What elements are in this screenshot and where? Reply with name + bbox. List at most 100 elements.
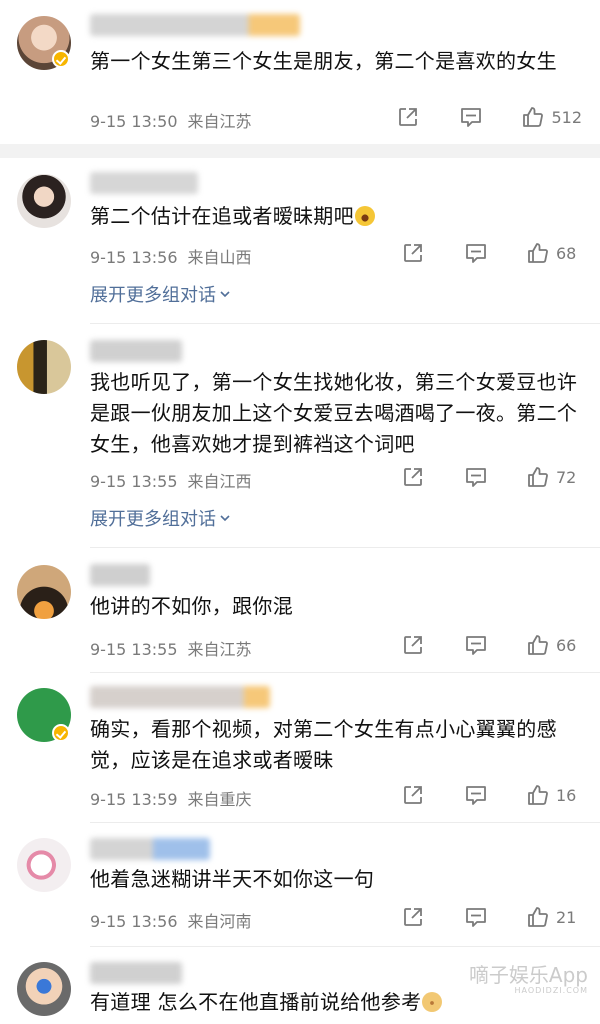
divider xyxy=(90,946,600,947)
like-icon xyxy=(528,907,548,927)
watermark: 嘀子娱乐App HAODIDZI.COM xyxy=(469,965,588,995)
comment-actions: 72 xyxy=(402,465,582,489)
comment-actions: 21 xyxy=(402,905,582,929)
reply-icon xyxy=(466,244,486,263)
username-blurred[interactable] xyxy=(90,564,150,586)
comment-location: 来自河南 xyxy=(187,912,252,931)
comment-location: 来自江苏 xyxy=(187,112,252,131)
comment-time: 9-15 13:59 xyxy=(90,790,178,809)
cat-emoji-icon xyxy=(422,992,443,1012)
avatar[interactable] xyxy=(17,174,71,228)
like-count: 72 xyxy=(556,467,577,487)
like-icon xyxy=(528,635,548,655)
share-icon xyxy=(399,108,418,126)
avatar[interactable] xyxy=(17,838,71,892)
share-button[interactable] xyxy=(397,106,419,128)
share-button[interactable] xyxy=(402,784,424,806)
comment-time: 9-15 13:56 xyxy=(90,912,178,931)
comment-location: 来自江西 xyxy=(187,472,252,491)
reply-icon xyxy=(461,108,482,127)
share-button[interactable] xyxy=(402,906,424,928)
chevron-down-icon xyxy=(220,291,230,298)
comment-meta: 9-15 13:55 来自江苏 xyxy=(90,636,252,660)
share-button[interactable] xyxy=(402,466,424,488)
comment-meta: 9-15 13:55 来自江西 xyxy=(90,468,252,492)
divider xyxy=(90,547,600,548)
verified-icon xyxy=(52,724,70,742)
divider xyxy=(90,323,600,324)
avatar[interactable] xyxy=(17,962,71,1016)
share-icon xyxy=(404,786,422,804)
username-blurred[interactable] xyxy=(90,172,198,194)
username-blurred[interactable] xyxy=(90,340,182,362)
reply-button[interactable] xyxy=(464,784,488,806)
comment-text: 他讲的不如你，跟你混 xyxy=(90,594,293,618)
username-blurred[interactable] xyxy=(90,14,300,36)
comment-text: 第二个估计在追或者暧昧期吧 xyxy=(90,201,580,232)
comment-text-content: 第二个估计在追或者暧昧期吧 xyxy=(90,204,354,228)
reply-button[interactable] xyxy=(464,242,488,264)
comment-time: 9-15 13:55 xyxy=(90,472,178,491)
divider xyxy=(90,672,600,673)
like-button[interactable]: 16 xyxy=(526,783,582,807)
comment-actions: 66 xyxy=(402,633,582,657)
comment-time: 9-15 13:55 xyxy=(90,640,178,659)
share-icon xyxy=(404,468,422,486)
reply-icon xyxy=(466,636,486,655)
expand-label: 展开更多组对话 xyxy=(90,285,216,306)
comment-location: 来自山西 xyxy=(187,248,252,267)
like-count: 16 xyxy=(556,785,577,805)
comment-meta: 9-15 13:56 来自山西 xyxy=(90,244,252,268)
comment-actions: 68 xyxy=(402,241,582,265)
like-icon xyxy=(528,467,548,487)
comment-text-content: 有道理 怎么不在他直播前说给他参考 xyxy=(90,990,422,1014)
comment-actions: 16 xyxy=(402,783,582,807)
share-button[interactable] xyxy=(402,634,424,656)
comment-location: 来自江苏 xyxy=(187,640,252,659)
expand-more-replies-link[interactable]: 展开更多组对话 xyxy=(90,281,232,307)
comment-time: 9-15 13:50 xyxy=(90,112,178,131)
share-icon xyxy=(404,908,422,926)
share-icon xyxy=(404,244,422,262)
share-icon xyxy=(404,636,422,654)
expand-more-replies-link[interactable]: 展开更多组对话 xyxy=(90,505,232,531)
comment-text: 他着急迷糊讲半天不如你这一句 xyxy=(90,867,375,891)
comment-text: 确实，看那个视频，对第二个女生有点小心翼翼的感觉，应该是在追求或者暧昧 xyxy=(90,717,557,772)
comment-location: 来自重庆 xyxy=(187,790,252,809)
like-count: 66 xyxy=(556,635,577,655)
like-icon xyxy=(528,243,548,263)
expand-label: 展开更多组对话 xyxy=(90,509,216,530)
reply-button[interactable] xyxy=(459,106,483,128)
divider xyxy=(90,822,600,823)
comment-text: 我也听见了，第一个女生找她化妆，第三个女爱豆也许是跟一伙朋友加上这个女爱豆去喝酒… xyxy=(90,370,578,456)
like-button[interactable]: 21 xyxy=(526,905,582,929)
watermark-sub: HAODIDZI.COM xyxy=(514,986,588,995)
username-blurred[interactable] xyxy=(90,962,182,984)
like-button[interactable]: 68 xyxy=(526,241,582,265)
like-button[interactable]: 72 xyxy=(526,465,582,489)
reply-button[interactable] xyxy=(464,906,488,928)
like-icon xyxy=(528,785,548,805)
reply-button[interactable] xyxy=(464,634,488,656)
share-button[interactable] xyxy=(402,242,424,264)
section-separator xyxy=(0,144,600,158)
avatar[interactable] xyxy=(17,565,71,619)
username-blurred[interactable] xyxy=(90,838,210,860)
reply-button[interactable] xyxy=(464,466,488,488)
like-button[interactable]: 66 xyxy=(526,633,582,657)
reply-icon xyxy=(466,786,486,805)
comment-actions: 512 xyxy=(397,105,582,129)
username-blurred[interactable] xyxy=(90,686,270,708)
like-count: 68 xyxy=(556,243,577,263)
verified-icon xyxy=(52,50,70,68)
like-button[interactable]: 512 xyxy=(521,105,582,129)
reply-icon xyxy=(466,468,486,487)
comment-meta: 9-15 13:59 来自重庆 xyxy=(90,786,252,810)
like-count: 512 xyxy=(551,107,582,127)
avatar[interactable] xyxy=(17,340,71,394)
like-count: 21 xyxy=(556,907,577,927)
comment-meta: 9-15 13:56 来自河南 xyxy=(90,908,252,932)
comment-text: 第一个女生第三个女生是朋友，第二个是喜欢的女生 xyxy=(90,49,557,73)
chevron-down-icon xyxy=(220,515,230,522)
reply-icon xyxy=(466,908,486,927)
